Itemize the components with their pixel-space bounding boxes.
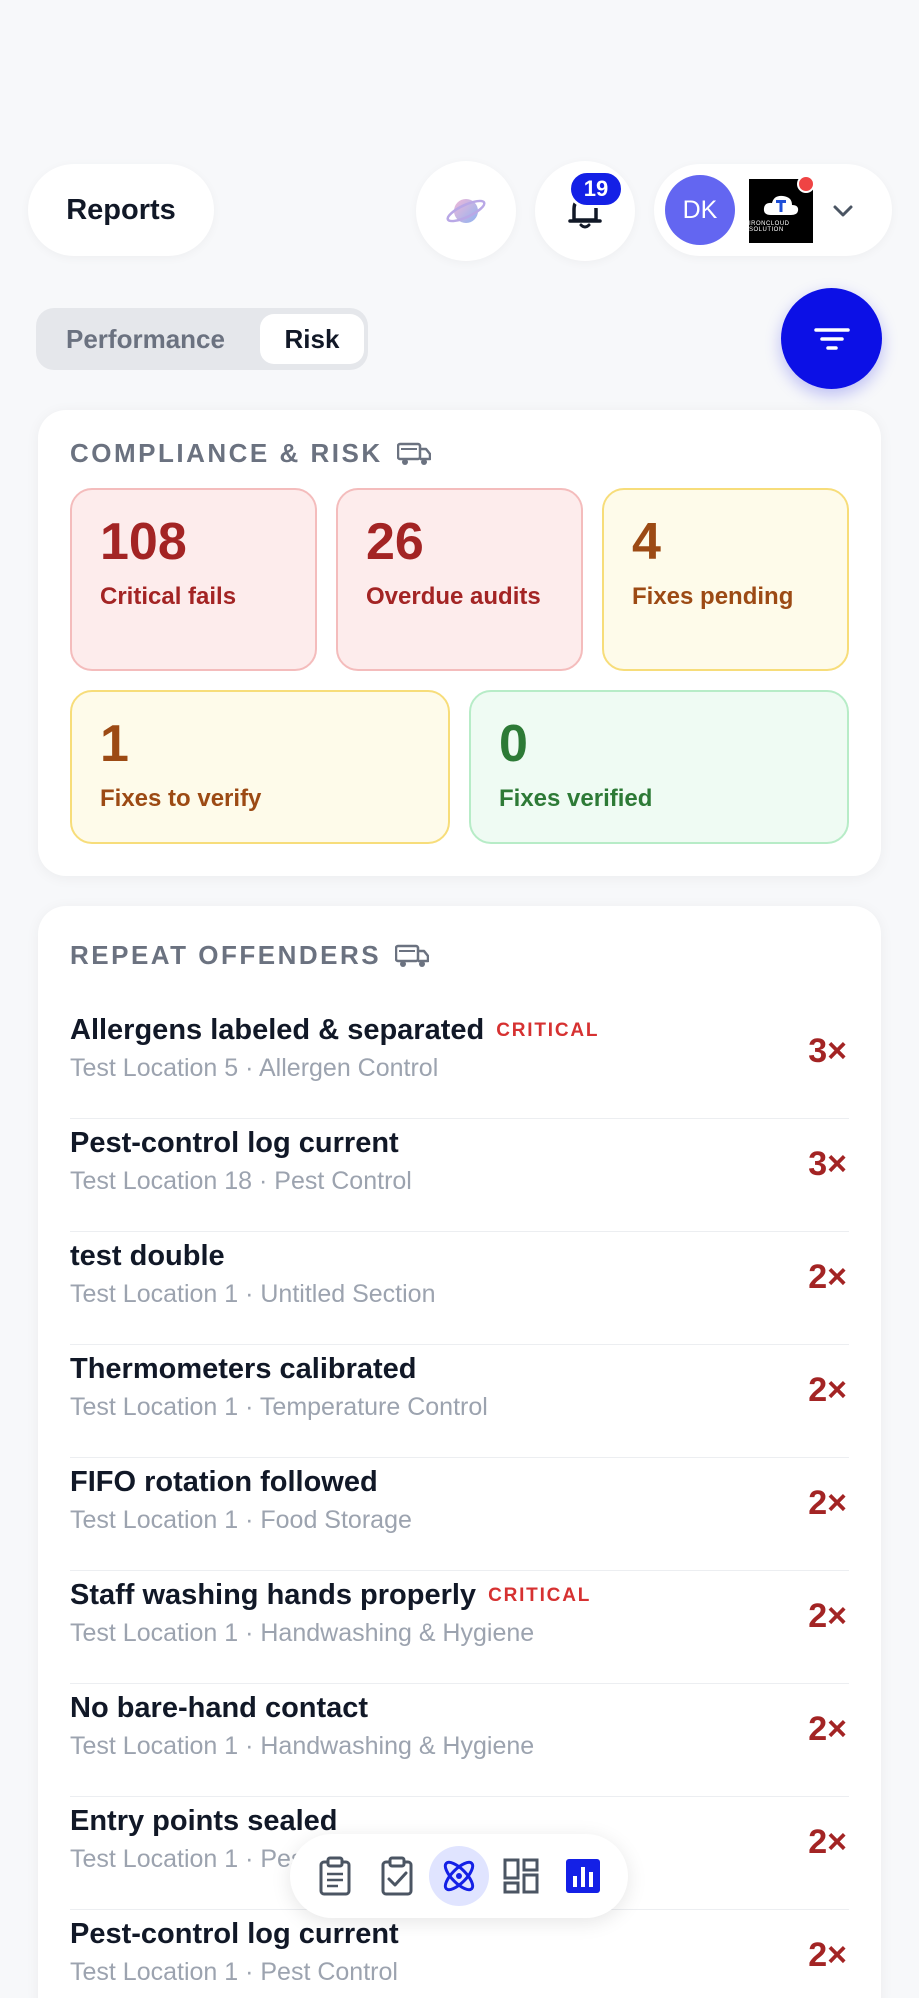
item-location: Test Location 1 · Temperature Control	[70, 1393, 488, 1421]
planet-icon	[446, 199, 486, 223]
nav-reports[interactable]	[553, 1846, 613, 1906]
clipboard-icon	[319, 1856, 351, 1896]
item-location: Test Location 1 · Food Storage	[70, 1506, 412, 1534]
item-title: FIFO rotation followed	[70, 1466, 378, 1498]
bar-chart-icon	[566, 1859, 600, 1893]
item-count: 3×	[808, 1145, 847, 1183]
item-title: Thermometers calibrated	[70, 1353, 417, 1385]
stat-label: Fixes to verify	[100, 785, 262, 812]
report-tabs: Performance Risk	[36, 308, 368, 370]
item-location: Test Location 1 · Handwashing & Hygiene	[70, 1732, 535, 1760]
item-location: Test Location 1 · Pest Control	[70, 1958, 398, 1986]
item-title: test double	[70, 1240, 225, 1272]
stat-value: 1	[100, 715, 129, 773]
stat-fixes-to-verify[interactable]: 1 Fixes to verify	[70, 690, 450, 844]
item-count: 2×	[808, 1371, 847, 1409]
compliance-title: COMPLIANCE & RISK	[70, 438, 431, 469]
tab-risk[interactable]: Risk	[260, 314, 364, 364]
stat-label: Overdue audits	[366, 583, 541, 610]
page-title: Reports	[66, 193, 176, 226]
stat-fixes-verified[interactable]: 0 Fixes verified	[469, 690, 849, 844]
org-logo-text: IRONCLOUD SOLUTION	[749, 221, 790, 233]
truck-icon	[396, 442, 431, 465]
item-count: 2×	[808, 1823, 847, 1861]
item-count: 3×	[808, 1032, 847, 1070]
item-location: Test Location 1 · Handwashing & Hygiene	[70, 1619, 535, 1647]
critical-badge: CRITICAL	[496, 1020, 600, 1041]
item-title: Staff washing hands properly CRITICAL	[70, 1579, 592, 1611]
cloud-logo-icon	[763, 195, 799, 215]
item-location: Test Location 18 · Pest Control	[70, 1167, 412, 1195]
filter-button[interactable]	[781, 288, 882, 389]
list-item[interactable]: No bare-hand contact Test Location 1 · H…	[70, 1684, 849, 1797]
atom-icon	[443, 1860, 475, 1892]
stat-label: Fixes pending	[632, 583, 794, 610]
list-item[interactable]: Pest-control log current Test Location 1…	[70, 1910, 849, 1998]
item-title: Pest-control log current	[70, 1127, 399, 1159]
nav-tasks[interactable]	[367, 1846, 427, 1906]
compliance-card: COMPLIANCE & RISK 108 Critical fails 26 …	[38, 410, 881, 876]
item-count: 2×	[808, 1597, 847, 1635]
filter-icon	[813, 327, 850, 350]
avatar[interactable]: DK	[665, 175, 735, 245]
nav-audits[interactable]	[305, 1846, 365, 1906]
stat-fixes-pending[interactable]: 4 Fixes pending	[602, 488, 849, 671]
stat-label: Fixes verified	[499, 785, 653, 812]
item-location: Test Location 5 · Allergen Control	[70, 1054, 439, 1082]
item-title: Pest-control log current	[70, 1918, 399, 1950]
stat-value: 4	[632, 513, 661, 571]
dashboard-icon	[503, 1858, 539, 1894]
item-title: Allergens labeled & separated CRITICAL	[70, 1014, 600, 1046]
list-item[interactable]: FIFO rotation followed Test Location 1 ·…	[70, 1458, 849, 1571]
list-item[interactable]: Staff washing hands properly CRITICAL Tes…	[70, 1571, 849, 1684]
bottom-nav	[290, 1834, 628, 1918]
clipboard-check-icon	[381, 1856, 413, 1896]
offenders-title: REPEAT OFFENDERS	[70, 940, 430, 971]
truck-icon	[395, 944, 430, 967]
list-item[interactable]: Pest-control log current Test Location 1…	[70, 1119, 849, 1232]
critical-badge: CRITICAL	[488, 1585, 592, 1606]
notifications-badge: 19	[568, 170, 624, 208]
stat-value: 0	[499, 715, 528, 773]
stat-value: 26	[366, 513, 424, 571]
item-title: No bare-hand contact	[70, 1692, 369, 1724]
offenders-title-text: REPEAT OFFENDERS	[70, 940, 382, 970]
org-status-dot	[797, 175, 815, 193]
list-item[interactable]: Thermometers calibrated Test Location 1 …	[70, 1345, 849, 1458]
list-item[interactable]: Allergens labeled & separated CRITICAL Te…	[70, 1006, 849, 1119]
planet-button[interactable]	[416, 161, 516, 261]
reports-screen: Reports 19 DK IRONCLOUD SOLUTION Perform…	[0, 0, 919, 1998]
nav-dashboard[interactable]	[491, 1846, 551, 1906]
item-count: 2×	[808, 1936, 847, 1974]
item-location: Test Location 1 · Untitled Section	[70, 1280, 436, 1308]
page-title-pill[interactable]: Reports	[28, 164, 214, 256]
compliance-title-text: COMPLIANCE & RISK	[70, 438, 383, 468]
tab-performance[interactable]: Performance	[66, 308, 225, 370]
list-item[interactable]: test double Test Location 1 · Untitled S…	[70, 1232, 849, 1345]
nav-insights[interactable]	[429, 1846, 489, 1906]
item-count: 2×	[808, 1258, 847, 1296]
stat-label: Critical fails	[100, 583, 237, 610]
item-title: Entry points sealed	[70, 1805, 338, 1837]
item-count: 2×	[808, 1484, 847, 1522]
chevron-down-icon[interactable]	[828, 196, 858, 226]
item-count: 2×	[808, 1710, 847, 1748]
stat-value: 108	[100, 513, 187, 571]
stat-critical-fails[interactable]: 108 Critical fails	[70, 488, 317, 671]
stat-overdue-audits[interactable]: 26 Overdue audits	[336, 488, 583, 671]
